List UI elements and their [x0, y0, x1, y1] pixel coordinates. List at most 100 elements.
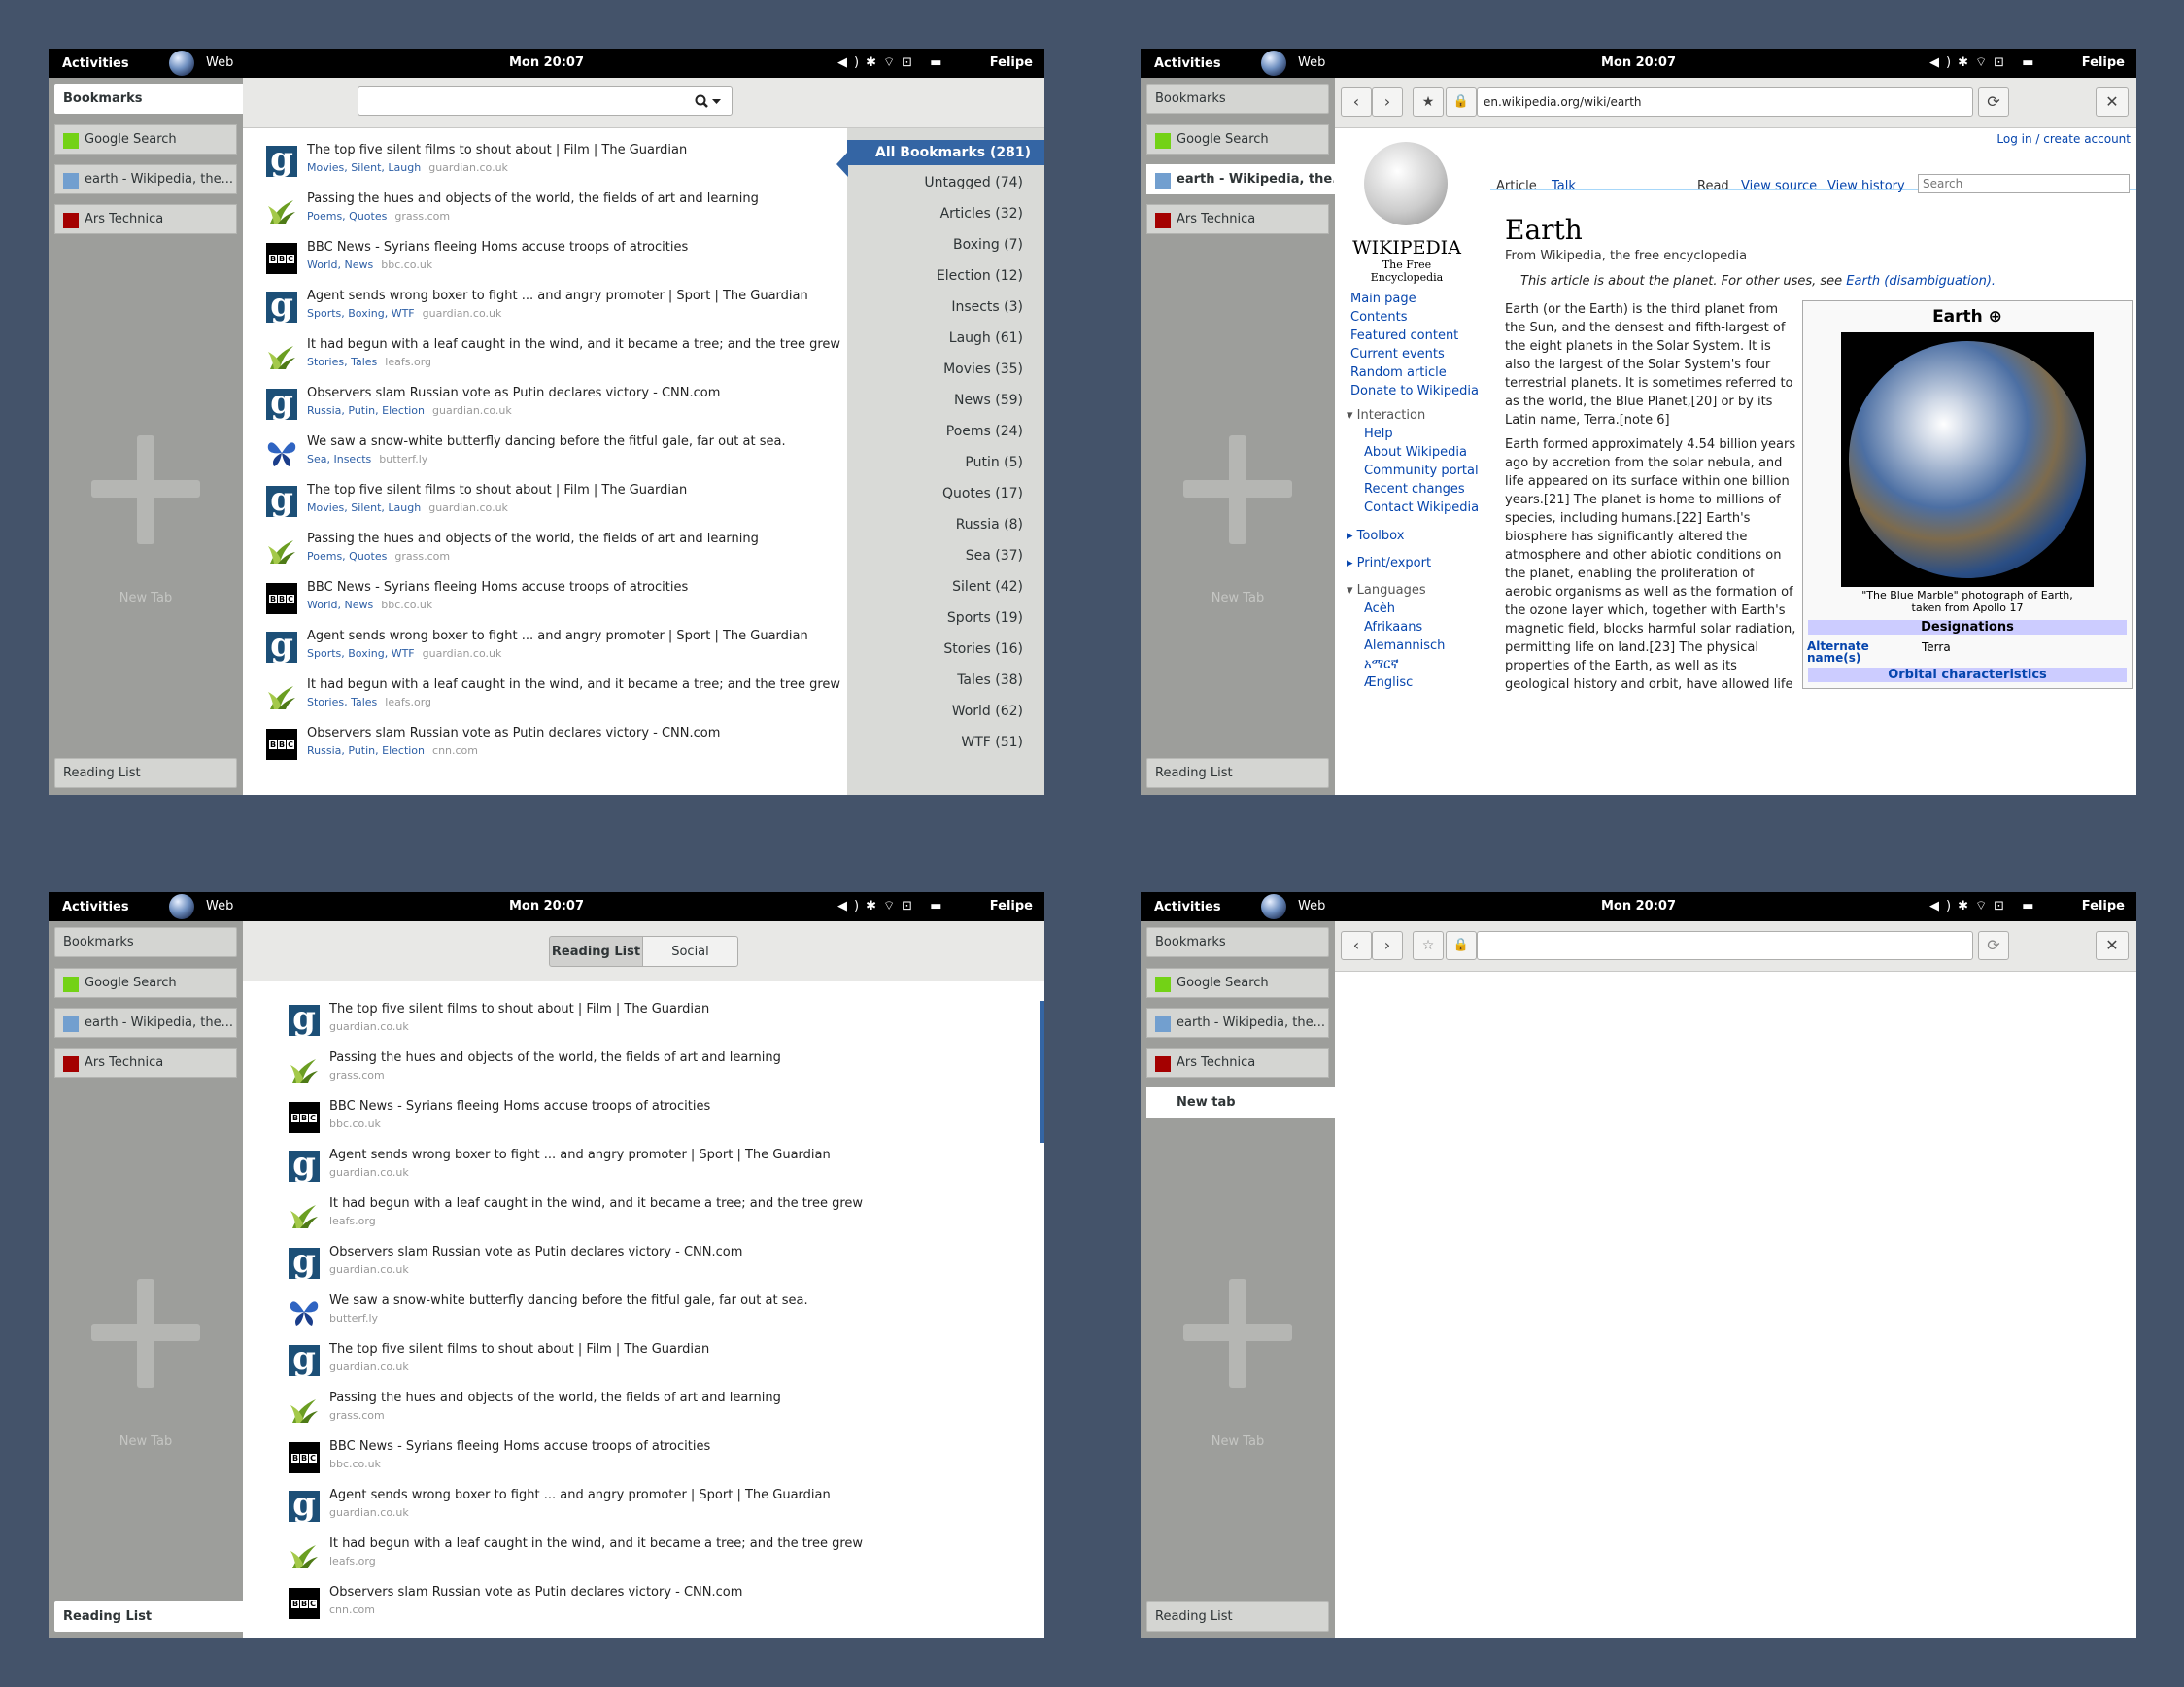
tab-earth-wikipedia[interactable]: earth - Wikipedia, the... [54, 164, 237, 194]
tab-earth-wikipedia[interactable]: earth - Wikipedia, the... [1146, 1008, 1329, 1038]
tag-item[interactable]: Tales (38) [957, 672, 1023, 688]
nav-link[interactable]: Current events [1350, 347, 1445, 362]
new-tab-plus-icon[interactable] [91, 1279, 200, 1388]
reading-list-row[interactable]: g Agent sends wrong boxer to fight ... an… [289, 1485, 969, 1533]
bookmark-row[interactable]: g Agent sends wrong boxer to fight ... an… [266, 626, 839, 674]
system-icons[interactable]: ◀)✱⌔⊡ ▬ [1929, 54, 2041, 70]
tag-links[interactable]: Poems, Quotes [307, 210, 387, 223]
language-link[interactable]: አማርኛ [1364, 657, 1399, 671]
tag-item[interactable]: Poems (24) [946, 424, 1023, 439]
bookmark-row[interactable]: B B C BBC News - Syrians fleeing Homs accus… [266, 577, 839, 626]
tag-item[interactable]: Boxing (7) [953, 237, 1023, 253]
bookmark-row[interactable]: g Observers slam Russian vote as Putin de… [266, 383, 839, 431]
tag-item[interactable]: Laugh (61) [949, 330, 1023, 346]
tag-links[interactable]: Sea, Insects [307, 453, 371, 465]
reading-list-row[interactable]: B B C BBC News - Syrians fleeing Homs accus… [289, 1436, 969, 1485]
bookmark-row[interactable]: g The top five silent films to shout abou… [266, 140, 839, 189]
language-link[interactable]: Acèh [1364, 602, 1395, 616]
bookmark-row[interactable]: g The top five silent films to shout abou… [266, 480, 839, 529]
tab-ars-technica[interactable]: Ars Technica [54, 1048, 237, 1078]
tag-item[interactable]: Russia (8) [956, 517, 1023, 533]
tab-ars-technica[interactable]: Ars Technica [1146, 204, 1329, 234]
tab-ars-technica[interactable]: Ars Technica [54, 204, 237, 234]
tab-google-search[interactable]: Google Search [1146, 124, 1329, 155]
reading-list-row[interactable]: It had begun with a leaf caught in the w… [289, 1193, 969, 1242]
tab-view-source[interactable]: View source [1741, 179, 1817, 193]
social-toggle[interactable]: Social [642, 936, 738, 967]
login-link[interactable]: Log in / create account [1996, 132, 2131, 146]
tag-links[interactable]: Sports, Boxing, WTF [307, 307, 415, 320]
reading-list-button[interactable]: Reading List [1146, 1601, 1329, 1632]
tag-item[interactable]: Stories (16) [943, 641, 1023, 657]
language-link[interactable]: Alemannisch [1364, 638, 1445, 653]
system-icons[interactable]: ◀)✱⌔⊡ ▬ [1929, 898, 2041, 913]
reading-list-button[interactable]: Reading List [54, 758, 237, 788]
url-input[interactable]: en.wikipedia.org/wiki/earth [1477, 87, 1973, 117]
reading-list-row[interactable]: B B C Observers slam Russian vote as Putin … [289, 1582, 969, 1631]
wiki-search-input[interactable] [1918, 174, 2130, 193]
nav-link[interactable]: Main page [1350, 292, 1416, 306]
tab-earth-wikipedia[interactable]: earth - Wikipedia, the... [1146, 164, 1335, 194]
language-link[interactable]: Afrikaans [1364, 620, 1422, 635]
reading-list-button[interactable]: Reading List [1146, 758, 1329, 788]
reading-list-row[interactable]: g Observers slam Russian vote as Putin de… [289, 1242, 969, 1291]
tab-earth-wikipedia[interactable]: earth - Wikipedia, the... [54, 1008, 237, 1038]
bookmark-row[interactable]: g Agent sends wrong boxer to fight ... an… [266, 286, 839, 334]
tag-links[interactable]: World, News [307, 258, 373, 271]
bookmark-row[interactable]: B B C BBC News - Syrians fleeing Homs accus… [266, 237, 839, 286]
nav-link[interactable]: Featured content [1350, 328, 1458, 343]
tag-links[interactable]: Stories, Tales [307, 356, 377, 368]
tag-item[interactable]: Sea (37) [966, 548, 1023, 564]
bookmark-search-input[interactable] [358, 86, 733, 116]
bookmarks-button[interactable]: Bookmarks [1146, 84, 1329, 114]
interaction-header[interactable]: ▾ Interaction [1347, 408, 1425, 423]
user-menu[interactable]: Felipe [2082, 55, 2125, 70]
user-menu[interactable]: Felipe [990, 899, 1033, 913]
tag-links[interactable]: Russia, Putin, Election [307, 744, 425, 757]
user-menu[interactable]: Felipe [2082, 899, 2125, 913]
tab-view-history[interactable]: View history [1827, 179, 1905, 193]
interaction-link[interactable]: Recent changes [1364, 482, 1465, 497]
reading-list-row[interactable]: B B C BBC News - Syrians fleeing Homs accus… [289, 1096, 969, 1145]
tag-item[interactable]: Sports (19) [947, 610, 1023, 626]
reading-list-button[interactable]: Reading List [54, 1601, 243, 1632]
print-export-link[interactable]: ▸ Print/export [1347, 556, 1431, 570]
reading-list-row[interactable]: Passing the hues and objects of the worl… [289, 1388, 969, 1436]
tab-google-search[interactable]: Google Search [1146, 968, 1329, 998]
tag-item[interactable]: Articles (32) [940, 206, 1023, 222]
nav-link[interactable]: Contents [1350, 310, 1407, 325]
bookmark-row[interactable]: We saw a snow-white butterfly dancing be… [266, 431, 839, 480]
interaction-link[interactable]: About Wikipedia [1364, 445, 1467, 460]
new-tab-plus-icon[interactable] [1183, 435, 1292, 544]
bookmark-row[interactable]: It had begun with a leaf caught in the w… [266, 334, 840, 383]
tag-links[interactable]: Poems, Quotes [307, 550, 387, 563]
tab-ars-technica[interactable]: Ars Technica [1146, 1048, 1329, 1078]
reading-list-row[interactable]: It had begun with a leaf caught in the w… [289, 1533, 969, 1582]
tag-links[interactable]: World, News [307, 599, 373, 611]
tab-google-search[interactable]: Google Search [54, 124, 237, 155]
reading-list-row[interactable]: Passing the hues and objects of the worl… [289, 1048, 969, 1096]
back-button[interactable]: ‹ [1341, 87, 1372, 117]
reading-list-row[interactable]: We saw a snow-white butterfly dancing be… [289, 1291, 969, 1339]
tag-links[interactable]: Stories, Tales [307, 696, 377, 708]
reading-list-row[interactable]: g Agent sends wrong boxer to fight ... an… [289, 1145, 969, 1193]
scrollbar[interactable] [1040, 1001, 1044, 1143]
tag-item[interactable]: Untagged (74) [924, 175, 1023, 190]
languages-header[interactable]: ▾ Languages [1347, 583, 1426, 598]
forward-button[interactable]: › [1372, 87, 1403, 117]
url-input[interactable] [1477, 931, 1973, 960]
tag-item[interactable]: Quotes (17) [942, 486, 1023, 501]
reading-list-toggle[interactable]: Reading List [549, 936, 643, 967]
tools-menu-button[interactable]: ✕ [2096, 931, 2129, 960]
tag-links[interactable]: Movies, Silent, Laugh [307, 501, 421, 514]
reload-button[interactable]: ⟳ [1978, 931, 2009, 960]
bookmarks-button[interactable]: Bookmarks [54, 927, 237, 957]
user-menu[interactable]: Felipe [990, 55, 1033, 70]
reload-button[interactable]: ⟳ [1978, 87, 2009, 117]
forward-button[interactable]: › [1372, 931, 1403, 960]
system-icons[interactable]: ◀)✱⌔⊡ ▬ [837, 54, 949, 70]
bookmark-row[interactable]: Passing the hues and objects of the worl… [266, 529, 839, 577]
interaction-link[interactable]: Help [1364, 427, 1393, 441]
tab-talk[interactable]: Talk [1552, 179, 1576, 193]
bookmark-row[interactable]: Passing the hues and objects of the worl… [266, 189, 839, 237]
